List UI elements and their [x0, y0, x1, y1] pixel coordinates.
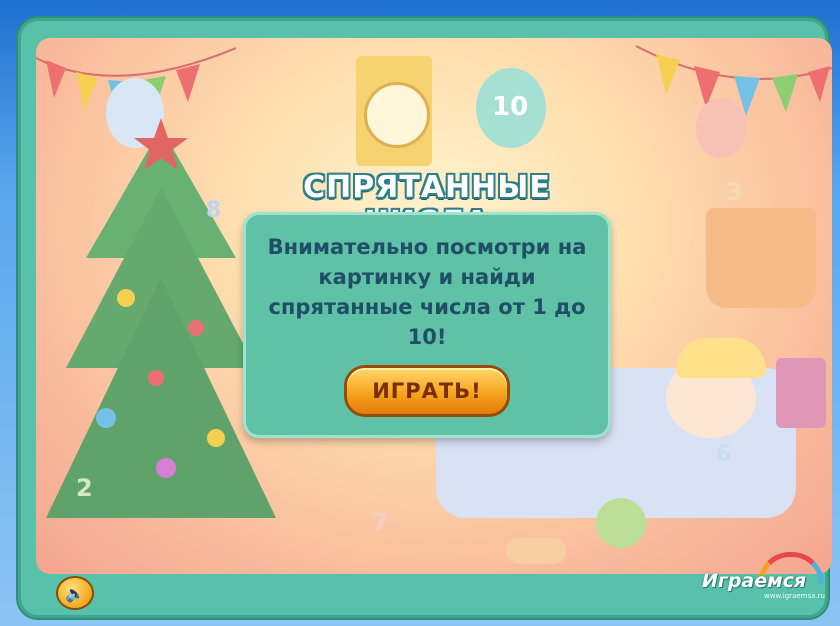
logo-text: Играемся — [702, 570, 807, 592]
hidden-number-2[interactable]: 2 — [76, 474, 93, 502]
balloon-10: 10 — [476, 68, 546, 148]
speaker-icon: 🔈 — [65, 583, 85, 603]
bunting-left — [36, 47, 236, 116]
hidden-number-8[interactable]: 8 — [206, 198, 221, 223]
play-button-label: ИГРАТЬ! — [372, 379, 482, 403]
hidden-number-6[interactable]: 6 — [716, 442, 731, 467]
hidden-number-10[interactable]: 10 — [492, 92, 528, 122]
toy-blocks — [776, 358, 826, 428]
hidden-number-3[interactable]: 3 — [726, 178, 743, 206]
hidden-number-7[interactable]: 7 — [372, 508, 389, 536]
ball-toy — [596, 498, 646, 548]
sleeping-child — [666, 358, 756, 438]
slipper — [506, 538, 566, 564]
game-title: СПРЯТАННЫЕ ЧИСЛА — [303, 170, 551, 240]
christmas-tree — [46, 118, 276, 518]
instructions-text: Внимательно посмотри на картинку и найди… — [267, 235, 587, 349]
brand-logo[interactable]: Играемся www.igraemsa.ru — [700, 550, 830, 604]
logo-url: www.igraemsa.ru — [764, 592, 825, 600]
instructions-panel: Внимательно посмотри на картинку и найди… — [243, 212, 611, 438]
child-hair — [676, 338, 766, 378]
cuckoo-clock — [356, 56, 432, 166]
balloon — [106, 78, 164, 148]
play-button[interactable]: ИГРАТЬ! — [347, 368, 507, 414]
sound-toggle-button[interactable]: 🔈 — [58, 578, 92, 608]
balloon — [696, 98, 746, 158]
lamp — [706, 208, 816, 308]
bunting-right — [636, 45, 832, 116]
